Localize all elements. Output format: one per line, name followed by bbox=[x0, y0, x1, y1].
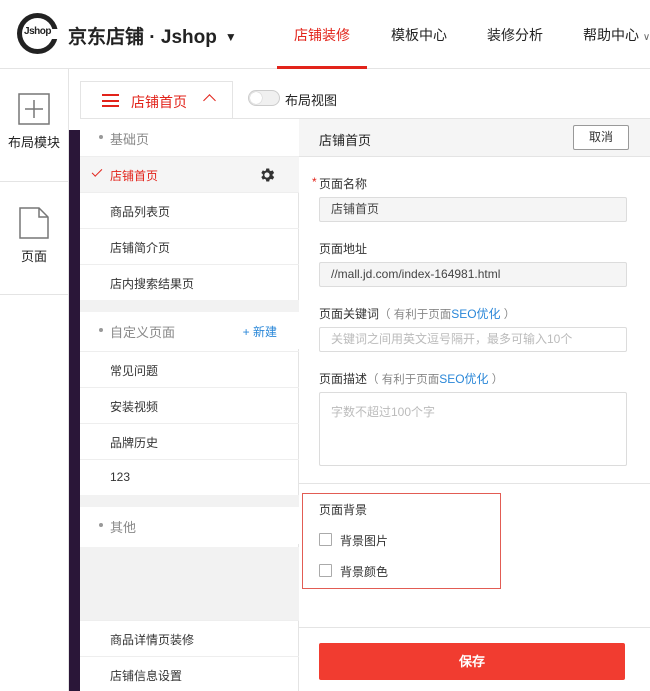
rail-layout-modules[interactable]: 布局模块 bbox=[0, 93, 68, 151]
seo-link[interactable]: SEO优化 bbox=[439, 372, 488, 386]
list-item-label: 商品详情页装修 bbox=[110, 633, 195, 647]
divider bbox=[299, 627, 650, 628]
nav-help-label: 帮助中心 bbox=[583, 27, 639, 43]
page-selector-dropdown[interactable]: 店铺首页 bbox=[80, 81, 233, 118]
toggle-knob bbox=[250, 92, 262, 104]
keywords-placeholder: 关键词之间用英文逗号隔开，最多可输入10个 bbox=[331, 332, 573, 346]
list-item-label: 店内搜索结果页 bbox=[110, 277, 195, 291]
bg-color-checkbox[interactable] bbox=[319, 564, 332, 577]
check-icon bbox=[91, 166, 103, 177]
logo-text: Jshop bbox=[24, 26, 51, 37]
rail-divider bbox=[0, 181, 68, 182]
group-title: 其他 bbox=[110, 520, 137, 535]
page-keywords-field[interactable]: 关键词之间用英文逗号隔开，最多可输入10个 bbox=[319, 327, 627, 352]
list-item-faq[interactable]: 常见问题 bbox=[80, 351, 299, 387]
brand-name: 京东店铺 · Jshop bbox=[68, 27, 217, 48]
required-marker: * bbox=[312, 175, 317, 189]
rail-divider bbox=[0, 294, 68, 295]
nav-help-center[interactable]: 帮助中心 ∨ bbox=[583, 25, 650, 45]
list-item-store-home[interactable]: 店铺首页 bbox=[80, 156, 299, 192]
gear-icon[interactable] bbox=[258, 166, 276, 184]
nav-decoration-analysis[interactable]: 装修分析 bbox=[487, 25, 543, 45]
list-item-label: 品牌历史 bbox=[110, 436, 159, 450]
nav-store-decoration[interactable]: 店铺装修 bbox=[294, 25, 350, 45]
page-background-title: 页面背景 bbox=[319, 503, 368, 517]
page-name-field[interactable]: 店铺首页 bbox=[319, 197, 627, 222]
canvas-preview-strip bbox=[69, 130, 80, 691]
page-icon bbox=[19, 207, 49, 239]
caret-down-icon: ▼ bbox=[224, 30, 237, 44]
list-item-install-video[interactable]: 安装视频 bbox=[80, 387, 299, 423]
list-item-123[interactable]: 123 bbox=[80, 459, 299, 495]
list-item-label: 安装视频 bbox=[110, 400, 159, 414]
group-basic-pages[interactable]: 基础页 bbox=[80, 119, 299, 156]
page-url-label: 页面地址 bbox=[319, 242, 368, 256]
list-item-product-list[interactable]: 商品列表页 bbox=[80, 192, 299, 228]
jshop-logo[interactable]: Jshop bbox=[17, 13, 60, 54]
bg-image-label[interactable]: 背景图片 bbox=[340, 532, 388, 549]
store-switcher[interactable]: 京东店铺 · Jshop ▼ bbox=[68, 22, 237, 49]
rail-pages-label: 页面 bbox=[20, 249, 47, 264]
rail-pages[interactable]: 页面 bbox=[0, 207, 68, 265]
chevron-down-icon: ∨ bbox=[642, 32, 650, 43]
list-item-label: 123 bbox=[110, 470, 131, 484]
nav-template-center[interactable]: 模板中心 bbox=[391, 25, 447, 45]
layout-view-label: 布局视图 bbox=[285, 93, 338, 108]
page-selector-label: 店铺首页 bbox=[131, 94, 187, 110]
cancel-button[interactable]: 取消 bbox=[573, 125, 629, 150]
seo-link[interactable]: SEO优化 bbox=[451, 307, 500, 321]
group-title: 自定义页面 bbox=[110, 325, 176, 340]
form-title: 店铺首页 bbox=[319, 133, 372, 148]
page-desc-label: 页面描述（ 有利于页面SEO优化 ） bbox=[319, 372, 504, 386]
list-item-brand-history[interactable]: 品牌历史 bbox=[80, 423, 299, 459]
plus-box-icon bbox=[18, 93, 50, 125]
list-item-store-intro[interactable]: 店铺简介页 bbox=[80, 228, 299, 264]
page-list-panel: 基础页 店铺首页 商品列表页 店铺简介页 店内搜索结果页 自定义页面 + 新建 … bbox=[80, 118, 299, 691]
group-other[interactable]: 其他 bbox=[80, 507, 299, 544]
page-name-label: * 页面名称 bbox=[312, 175, 368, 191]
menu-icon bbox=[102, 94, 119, 107]
group-title: 基础页 bbox=[110, 132, 150, 147]
new-page-button[interactable]: + 新建 bbox=[243, 323, 277, 340]
list-item-label: 店铺信息设置 bbox=[110, 669, 183, 683]
list-item-store-info[interactable]: 店铺信息设置 bbox=[80, 656, 299, 691]
bg-color-label[interactable]: 背景颜色 bbox=[340, 563, 388, 580]
bg-image-checkbox[interactable] bbox=[319, 533, 332, 546]
list-item-search-results[interactable]: 店内搜索结果页 bbox=[80, 264, 299, 300]
top-header: Jshop 京东店铺 · Jshop ▼ 店铺装修 模板中心 装修分析 帮助中心 … bbox=[0, 0, 650, 69]
left-rail: 布局模块 页面 bbox=[0, 69, 69, 691]
divider bbox=[299, 483, 650, 484]
layout-view-toggle[interactable] bbox=[248, 90, 280, 106]
rail-layout-modules-label: 布局模块 bbox=[7, 135, 60, 150]
desc-placeholder: 字数不超过100个字 bbox=[331, 405, 436, 419]
list-item-product-detail[interactable]: 商品详情页装修 bbox=[80, 620, 299, 656]
page-keywords-label: 页面关键词（ 有利于页面SEO优化 ） bbox=[319, 307, 516, 321]
nav-active-underline bbox=[277, 66, 367, 69]
list-item-label: 常见问题 bbox=[110, 364, 159, 378]
list-item-label: 商品列表页 bbox=[110, 205, 171, 219]
list-item-label: 店铺首页 bbox=[110, 169, 159, 183]
page-url-field[interactable]: //mall.jd.com/index-164981.html bbox=[319, 262, 627, 287]
group-custom-pages[interactable]: 自定义页面 + 新建 bbox=[80, 312, 299, 349]
page-desc-field[interactable]: 字数不超过100个字 bbox=[319, 392, 627, 466]
chevron-up-icon bbox=[203, 94, 216, 107]
save-button[interactable]: 保存 bbox=[319, 643, 625, 680]
list-item-label: 店铺简介页 bbox=[110, 241, 171, 255]
